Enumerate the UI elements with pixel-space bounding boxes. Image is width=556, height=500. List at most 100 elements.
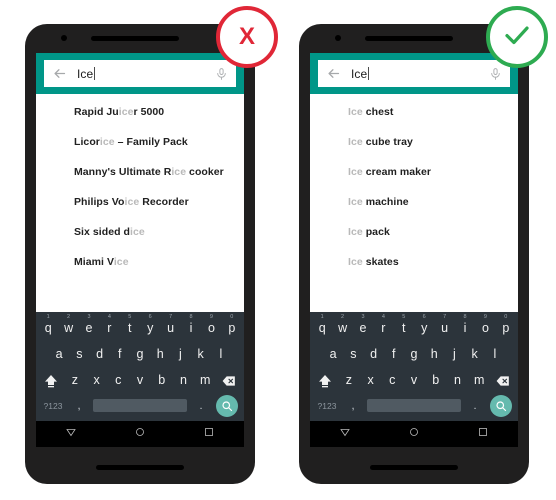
- key-d[interactable]: d: [363, 341, 383, 367]
- backspace-key-icon[interactable]: [216, 367, 242, 393]
- key-c[interactable]: c: [107, 367, 129, 393]
- key-y[interactable]: 6y: [414, 314, 434, 341]
- suggestion-item[interactable]: Ice machine: [310, 187, 518, 217]
- key-m[interactable]: m: [194, 367, 216, 393]
- key-l[interactable]: l: [211, 341, 231, 367]
- key-u[interactable]: 7u: [160, 314, 180, 341]
- suggestion-list-right[interactable]: Ice chest Ice cube tray Ice cream maker …: [310, 94, 518, 312]
- suggestion-item[interactable]: Philips Voice Recorder: [36, 187, 244, 217]
- nav-back-triangle-icon[interactable]: [339, 425, 351, 443]
- suggestion-item[interactable]: Ice cream maker: [310, 157, 518, 187]
- key-v[interactable]: v: [403, 367, 425, 393]
- period-key[interactable]: .: [464, 393, 486, 417]
- suggestion-item[interactable]: Licorice – Family Pack: [36, 127, 244, 157]
- key-f[interactable]: f: [384, 341, 404, 367]
- back-arrow-icon[interactable]: [326, 66, 341, 81]
- key-x[interactable]: x: [360, 367, 382, 393]
- key-s[interactable]: s: [343, 341, 363, 367]
- key-r[interactable]: 4r: [373, 314, 393, 341]
- suggestion-item[interactable]: Rapid Juicer 5000: [36, 97, 244, 127]
- search-key-icon[interactable]: [212, 393, 242, 417]
- key-h[interactable]: h: [424, 341, 444, 367]
- key-w[interactable]: 2w: [58, 314, 78, 341]
- suggestion-item[interactable]: Ice chest: [310, 97, 518, 127]
- key-o[interactable]: 9o: [201, 314, 221, 341]
- period-key[interactable]: .: [190, 393, 212, 417]
- nav-recents-square-icon[interactable]: [477, 425, 489, 443]
- key-z[interactable]: z: [338, 367, 360, 393]
- key-p[interactable]: 0p: [222, 314, 242, 341]
- android-navigation-bar-left[interactable]: [36, 421, 244, 447]
- key-q[interactable]: 1q: [38, 314, 58, 341]
- shift-key-icon[interactable]: [312, 367, 338, 393]
- key-y[interactable]: 6y: [140, 314, 160, 341]
- key-d[interactable]: d: [89, 341, 109, 367]
- backspace-key-icon[interactable]: [490, 367, 516, 393]
- key-g[interactable]: g: [404, 341, 424, 367]
- key-c[interactable]: c: [381, 367, 403, 393]
- key-u[interactable]: 7u: [434, 314, 454, 341]
- suggestion-item[interactable]: Ice cube tray: [310, 127, 518, 157]
- suggestion-list-left[interactable]: Rapid Juicer 5000 Licorice – Family Pack…: [36, 94, 244, 312]
- key-i[interactable]: 8i: [181, 314, 201, 341]
- key-f[interactable]: f: [110, 341, 130, 367]
- key-a[interactable]: a: [323, 341, 343, 367]
- symbols-key[interactable]: ?123: [38, 393, 68, 417]
- key-s[interactable]: s: [69, 341, 89, 367]
- nav-recents-square-icon[interactable]: [203, 425, 215, 443]
- space-key[interactable]: [93, 393, 187, 417]
- space-key[interactable]: [367, 393, 461, 417]
- key-o[interactable]: 9o: [475, 314, 495, 341]
- key-n[interactable]: n: [173, 367, 195, 393]
- key-t[interactable]: 5t: [120, 314, 140, 341]
- key-k[interactable]: k: [191, 341, 211, 367]
- key-h[interactable]: h: [150, 341, 170, 367]
- comma-key[interactable]: ,: [342, 393, 364, 417]
- key-v[interactable]: v: [129, 367, 151, 393]
- key-j[interactable]: j: [444, 341, 464, 367]
- key-a[interactable]: a: [49, 341, 69, 367]
- suggestion-item[interactable]: Ice skates: [310, 247, 518, 277]
- key-m[interactable]: m: [468, 367, 490, 393]
- key-q[interactable]: 1q: [312, 314, 332, 341]
- microphone-icon[interactable]: [215, 66, 228, 82]
- suggestion-item[interactable]: Six sided dice: [36, 217, 244, 247]
- microphone-icon[interactable]: [489, 66, 502, 82]
- key-g[interactable]: g: [130, 341, 150, 367]
- key-i[interactable]: 8i: [455, 314, 475, 341]
- on-screen-keyboard-left[interactable]: 1q 2w 3e 4r 5t 6y 7u 8i 9o 0p a s d f g: [36, 312, 244, 421]
- key-n[interactable]: n: [447, 367, 469, 393]
- suggestion-item[interactable]: Ice pack: [310, 217, 518, 247]
- suggestion-item[interactable]: Miami Vice: [36, 247, 244, 277]
- key-l[interactable]: l: [485, 341, 505, 367]
- key-p[interactable]: 0p: [496, 314, 516, 341]
- key-z[interactable]: z: [64, 367, 86, 393]
- search-bar-left[interactable]: Ice: [44, 60, 236, 87]
- key-b[interactable]: b: [151, 367, 173, 393]
- back-arrow-icon[interactable]: [52, 66, 67, 81]
- key-b[interactable]: b: [425, 367, 447, 393]
- front-camera-icon: [335, 35, 341, 41]
- suggestion-item[interactable]: Manny's Ultimate Rice cooker: [36, 157, 244, 187]
- symbols-key[interactable]: ?123: [312, 393, 342, 417]
- nav-home-circle-icon[interactable]: [134, 425, 146, 443]
- shift-key-icon[interactable]: [38, 367, 64, 393]
- on-screen-keyboard-right[interactable]: 1q 2w 3e 4r 5t 6y 7u 8i 9o 0p a s d f g: [310, 312, 518, 421]
- search-input-left[interactable]: Ice: [77, 66, 215, 81]
- key-t[interactable]: 5t: [394, 314, 414, 341]
- key-x[interactable]: x: [86, 367, 108, 393]
- android-navigation-bar-right[interactable]: [310, 421, 518, 447]
- comma-key[interactable]: ,: [68, 393, 90, 417]
- key-e[interactable]: 3e: [79, 314, 99, 341]
- key-j[interactable]: j: [170, 341, 190, 367]
- nav-home-circle-icon[interactable]: [408, 425, 420, 443]
- search-input-right[interactable]: Ice: [351, 66, 489, 81]
- search-key-icon[interactable]: [486, 393, 516, 417]
- nav-back-triangle-icon[interactable]: [65, 425, 77, 443]
- key-k[interactable]: k: [465, 341, 485, 367]
- key-r[interactable]: 4r: [99, 314, 119, 341]
- key-w[interactable]: 2w: [332, 314, 352, 341]
- search-bar-right[interactable]: Ice: [318, 60, 510, 87]
- badge-correct: [486, 6, 548, 68]
- key-e[interactable]: 3e: [353, 314, 373, 341]
